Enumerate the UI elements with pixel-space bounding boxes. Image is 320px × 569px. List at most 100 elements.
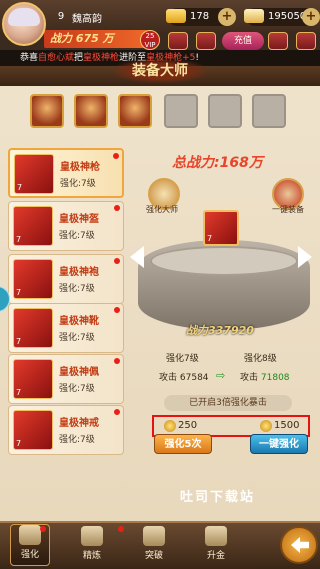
silver-value: 195050 — [268, 11, 307, 22]
equip-item-robe[interactable]: 7 皇极神袍 强化:7级 — [8, 254, 124, 304]
notify-dot — [114, 205, 120, 211]
mail-icon[interactable] — [268, 32, 288, 50]
golden-icon — [205, 526, 227, 546]
item-name: 皇极神靴 — [59, 316, 99, 327]
hero-slot-5[interactable] — [208, 94, 242, 128]
tab-label: 强化 — [20, 550, 39, 560]
next-attack-value: 71808 — [260, 373, 290, 383]
item-stat: 强化:7级 — [59, 333, 95, 343]
item-stat: 强化:7级 — [59, 284, 95, 294]
gold-ingot-icon — [166, 9, 186, 23]
player-avatar[interactable] — [2, 2, 46, 46]
enhance-5-button[interactable]: 强化5次 — [154, 434, 212, 454]
item-level: 7 — [16, 388, 22, 397]
menu-icon[interactable] — [296, 32, 316, 50]
tab-label: 精炼 — [82, 551, 101, 561]
avatar-hair — [8, 8, 40, 26]
equip-item-spear[interactable]: 7 皇极神枪 强化:7级 — [8, 148, 124, 198]
item-name: 皇极神袍 — [59, 267, 99, 278]
all-cost: 1500 — [260, 419, 299, 433]
notify-dot — [118, 526, 124, 532]
item-stat: 强化:7级 — [59, 231, 95, 241]
helmet-icon: 7 — [13, 206, 53, 246]
notify-dot — [114, 258, 120, 264]
selected-equip-icon: 7 — [203, 210, 239, 246]
tab-label: 升金 — [206, 551, 225, 561]
item-level: 7 — [16, 439, 22, 448]
item-name: 皇极神盔 — [59, 214, 99, 225]
page-title: 装备大师 — [110, 58, 210, 84]
notify-dot — [114, 307, 120, 313]
item-level: 7 — [16, 337, 22, 346]
hero-slot-4[interactable] — [164, 94, 198, 128]
equip-power: 战力337920 — [186, 324, 254, 337]
watermark: 吐司下载站 — [180, 490, 256, 505]
back-arrow-icon — [291, 537, 309, 553]
equip-item-helmet[interactable]: 7 皇极神盔 强化:7级 — [8, 201, 124, 251]
breakthrough-icon — [143, 526, 165, 546]
notify-dot — [114, 409, 120, 415]
equip-item-boots[interactable]: 7 皇极神靴 强化:7级 — [8, 303, 124, 353]
add-gold-button[interactable]: + — [218, 8, 236, 26]
refine-icon — [81, 526, 103, 546]
boots-icon: 7 — [13, 308, 53, 348]
total-power: 总战力:168万 — [172, 155, 263, 171]
hero-slot-1[interactable] — [30, 94, 64, 128]
current-attack-value: 67584 — [179, 373, 209, 383]
hero-slot-6[interactable] — [252, 94, 286, 128]
auto-equip-label: 一键装备 — [272, 205, 304, 214]
robe-icon: 7 — [13, 259, 53, 299]
event-icon[interactable] — [168, 32, 188, 50]
gift-icon[interactable] — [196, 32, 216, 50]
tab-golden[interactable]: 升金 — [196, 526, 236, 568]
tab-breakthrough[interactable]: 突破 — [134, 526, 174, 568]
silver-ingot-icon — [244, 9, 264, 23]
silver-resource: 195050 + — [244, 8, 320, 26]
tab-refine[interactable]: 精炼 — [72, 526, 112, 568]
equip-item-pendant[interactable]: 7 皇极神佩 强化:7级 — [8, 354, 124, 404]
enhance-master-label: 强化大师 — [146, 205, 178, 214]
one-key-enhance-button[interactable]: 一键强化 — [250, 434, 308, 454]
gold-value: 178 — [190, 11, 210, 22]
notify-dot — [114, 358, 120, 364]
marquee-player: 自愈心斌 — [38, 53, 75, 63]
single-cost-value: 250 — [178, 420, 198, 431]
spear-icon: 7 — [14, 154, 54, 194]
coin-icon — [260, 420, 272, 432]
equip-item-ring[interactable]: 7 皇极神戒 强化:7级 — [8, 405, 124, 455]
item-level: 7 — [17, 183, 23, 192]
marquee-mid: 把 — [74, 53, 84, 63]
item-level: 7 — [16, 288, 22, 297]
next-level: 强化8级 — [244, 354, 277, 364]
crit-boost-banner: 已开启3倍强化暴击 — [164, 395, 292, 411]
single-cost: 250 — [164, 419, 197, 433]
item-name: 皇极神戒 — [59, 418, 99, 429]
current-attack: 攻击 67584 — [159, 370, 209, 383]
vip-badge[interactable]: 25 VIP — [140, 30, 160, 50]
notify-dot — [40, 526, 46, 532]
pendant-icon: 7 — [13, 359, 53, 399]
gold-resource: 178 + — [166, 8, 236, 26]
hero-slot-3[interactable] — [118, 94, 152, 128]
arrow-right-icon: ⇨ — [216, 369, 226, 382]
current-attack-label: 攻击 — [159, 373, 178, 383]
hero-slot-2[interactable] — [74, 94, 108, 128]
marquee-prefix: 恭喜 — [20, 53, 39, 63]
item-name: 皇极神枪 — [60, 162, 100, 173]
enhance-icon — [19, 525, 41, 545]
pedestal-top — [150, 246, 298, 276]
add-silver-button[interactable]: + — [302, 8, 320, 26]
item-name: 皇极神佩 — [59, 367, 99, 378]
back-button[interactable] — [280, 526, 318, 564]
all-cost-value: 1500 — [274, 420, 300, 431]
item-stat: 强化:7级 — [59, 435, 95, 445]
item-level: 7 — [16, 235, 22, 244]
selected-equip-level: 7 — [207, 234, 213, 243]
next-attack: 攻击 71808 — [240, 370, 290, 383]
next-attack-label: 攻击 — [240, 373, 259, 383]
coin-icon — [164, 420, 176, 432]
charge-button[interactable]: 充值 — [222, 32, 264, 50]
ring-icon: 7 — [13, 410, 53, 450]
notify-dot — [113, 153, 119, 159]
current-level: 强化7级 — [166, 354, 199, 364]
